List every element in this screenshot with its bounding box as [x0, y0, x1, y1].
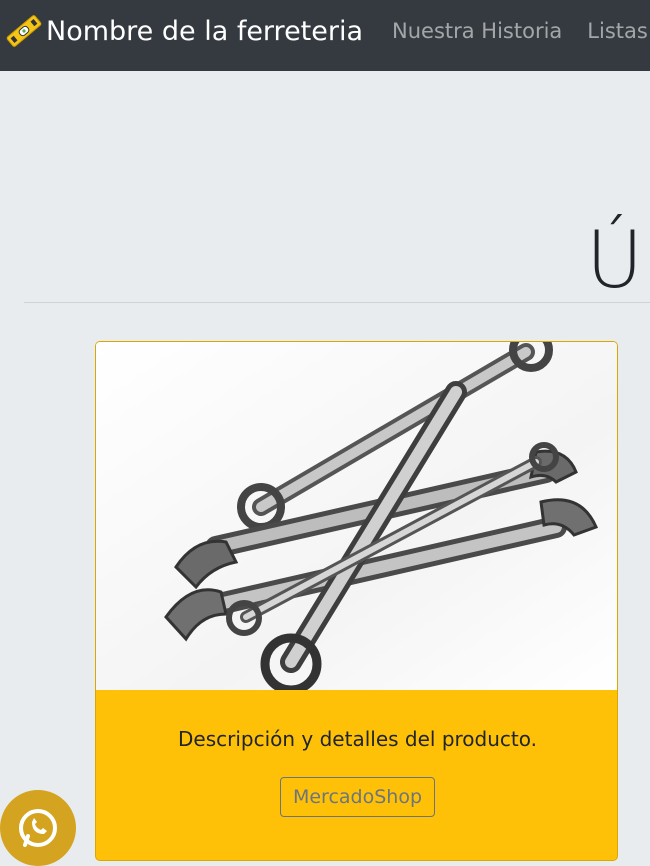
nav-link-listas[interactable]: Listas — [587, 19, 648, 43]
mercadoshop-button[interactable]: MercadoShop — [279, 777, 436, 817]
whatsapp-button[interactable] — [0, 790, 76, 866]
product-card: Descripción y detalles del producto. Mer… — [95, 341, 618, 861]
card-body: Descripción y detalles del producto. Mer… — [96, 690, 617, 817]
navbar: Nombre de la ferreteria Nuestra Historia… — [0, 0, 650, 71]
page-title: Ú — [586, 216, 644, 307]
nav-link-historia[interactable]: Nuestra Historia — [392, 19, 562, 43]
level-tool-icon — [6, 15, 42, 47]
nav-links: Nuestra Historia Listas — [392, 0, 650, 62]
product-description: Descripción y detalles del producto. — [178, 727, 537, 751]
brand-link[interactable]: Nombre de la ferreteria — [4, 0, 363, 62]
brand-name: Nombre de la ferreteria — [46, 15, 364, 47]
divider — [24, 302, 650, 303]
whatsapp-icon — [19, 809, 57, 847]
wrenches-photo — [96, 342, 617, 690]
